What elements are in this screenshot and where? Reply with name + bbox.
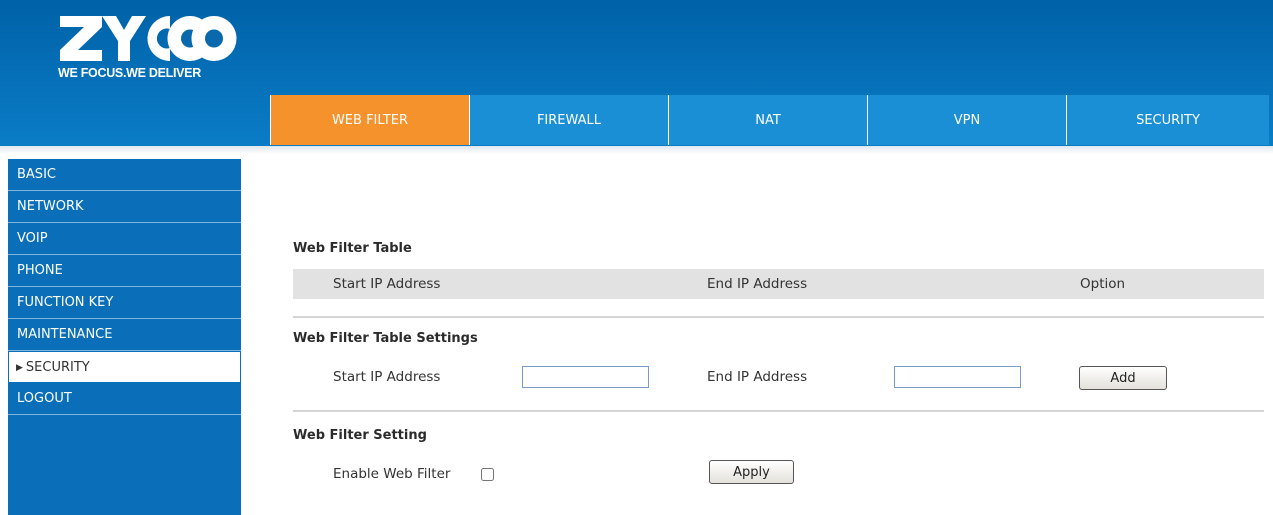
column-end-ip: End IP Address <box>707 276 808 292</box>
sidebar-item-voip[interactable]: VOIP <box>8 223 241 255</box>
sidebar-item-maintenance[interactable]: MAINTENANCE <box>8 319 241 351</box>
tab-firewall[interactable]: FIREWALL <box>469 95 668 145</box>
sidebar-item-label: SECURITY <box>25 360 90 375</box>
logo-slogan: WE FOCUS.WE DELIVER <box>58 66 201 80</box>
tab-vpn[interactable]: VPN <box>867 95 1066 145</box>
web-filter-table-title: Web Filter Table <box>293 241 412 256</box>
column-option: Option <box>1080 276 1126 292</box>
sidebar-item-phone[interactable]: PHONE <box>8 255 241 287</box>
end-ip-label: End IP Address <box>707 369 808 385</box>
sidebar-item-security[interactable]: ▶ SECURITY <box>8 351 241 383</box>
end-ip-input[interactable] <box>894 366 1021 388</box>
tab-nat[interactable]: NAT <box>668 95 867 145</box>
web-filter-table-header: Start IP Address End IP Address Option <box>293 269 1264 299</box>
add-button[interactable]: Add <box>1079 366 1167 390</box>
section-divider <box>293 316 1264 318</box>
tab-security[interactable]: SECURITY <box>1066 95 1269 145</box>
enable-web-filter-checkbox[interactable] <box>481 468 494 481</box>
sidebar-item-network[interactable]: NETWORK <box>8 191 241 223</box>
logo-mark <box>60 16 237 61</box>
filter-setting-title: Web Filter Setting <box>293 428 427 443</box>
start-ip-label: Start IP Address <box>333 369 441 385</box>
sidebar: BASIC NETWORK VOIP PHONE FUNCTION KEY MA… <box>8 159 241 515</box>
section-divider <box>293 410 1264 412</box>
column-start-ip: Start IP Address <box>333 276 441 292</box>
sidebar-item-basic[interactable]: BASIC <box>8 159 241 191</box>
table-settings-title: Web Filter Table Settings <box>293 331 478 346</box>
top-nav-tabs: WEB FILTER FIREWALL NAT VPN SECURITY <box>270 95 1269 145</box>
header-shadow <box>0 146 1273 154</box>
sidebar-item-logout[interactable]: LOGOUT <box>8 383 241 415</box>
enable-web-filter-label: Enable Web Filter <box>333 466 451 482</box>
triangle-right-icon: ▶ <box>16 363 23 373</box>
apply-button[interactable]: Apply <box>709 460 794 484</box>
tab-web-filter[interactable]: WEB FILTER <box>270 95 469 145</box>
start-ip-input[interactable] <box>522 366 649 388</box>
sidebar-item-function-key[interactable]: FUNCTION KEY <box>8 287 241 319</box>
